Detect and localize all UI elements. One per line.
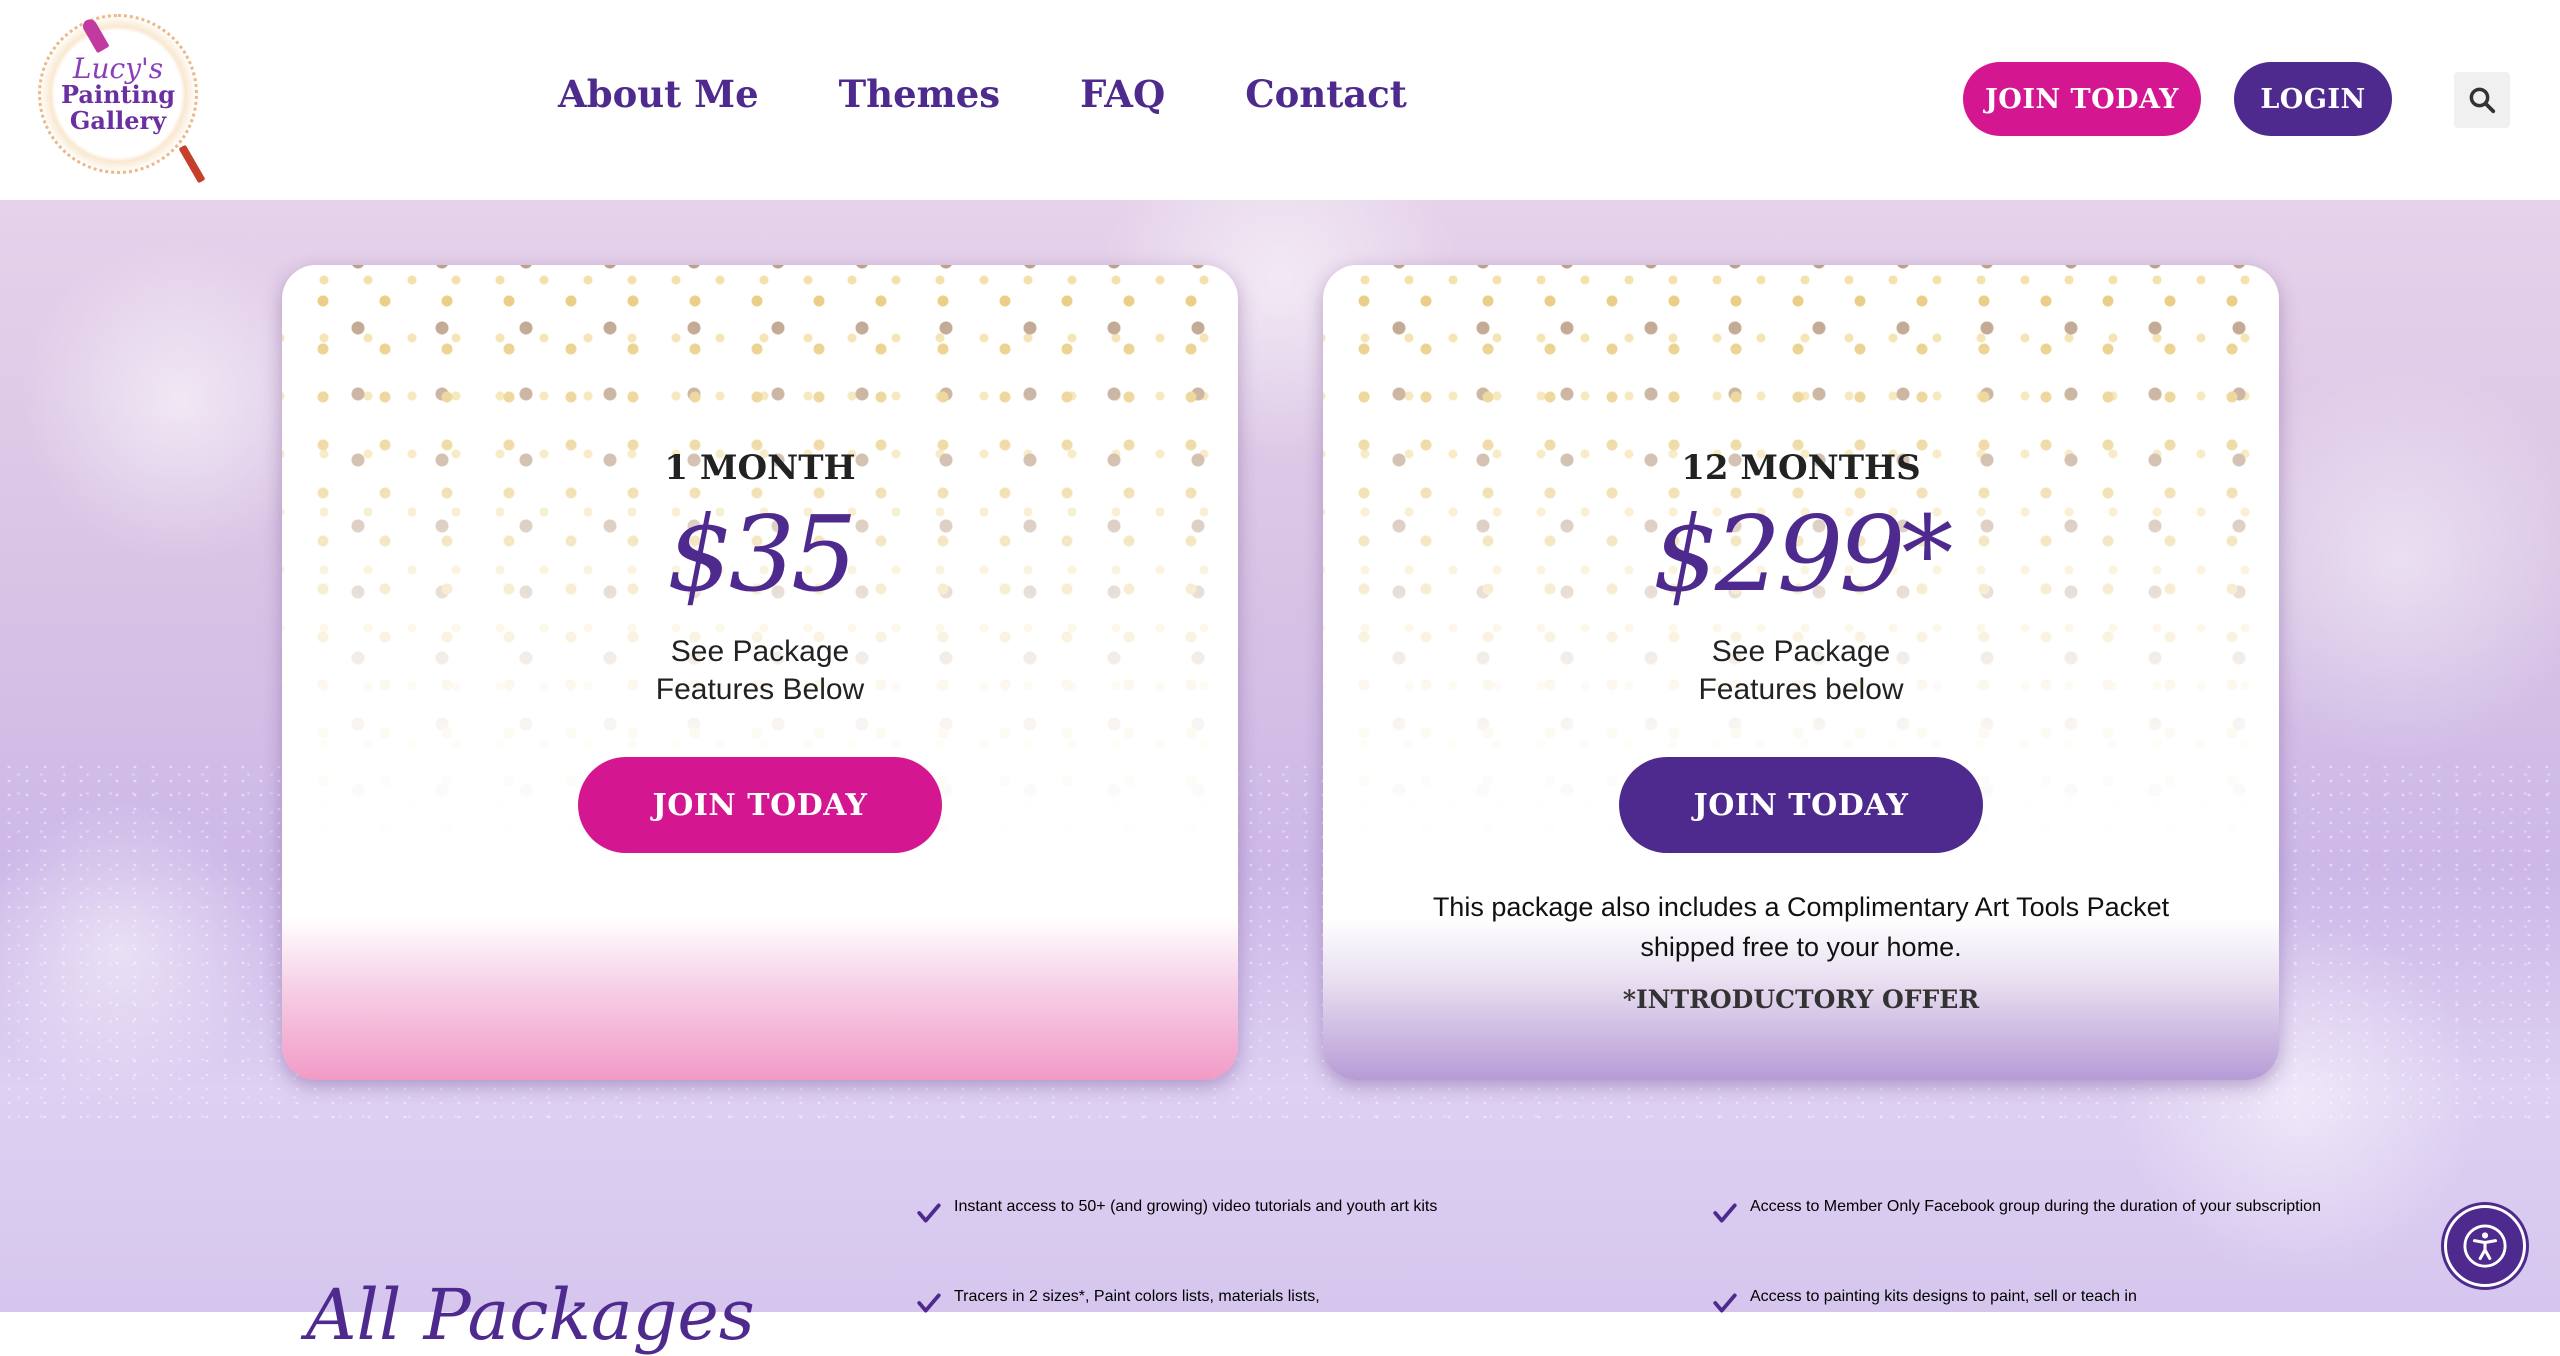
plan-title: 12 MONTHS: [1681, 448, 1921, 488]
plan-subtitle-line-1: See Package: [670, 635, 850, 668]
accessibility-icon: [2463, 1224, 2507, 1268]
feature-item: Tracers in 2 sizes*, Paint colors lists,…: [917, 1288, 1674, 1313]
features-heading: All Packages: [306, 1274, 755, 1356]
logo-brush-tip-icon: [178, 144, 206, 184]
plan-join-button[interactable]: JOIN TODAY: [578, 757, 942, 853]
nav-about-me[interactable]: About Me: [558, 72, 759, 116]
site-header: Lucy's Painting Gallery About Me Themes …: [0, 0, 2560, 200]
plan-title: 1 MONTH: [664, 448, 856, 488]
plan-subtitle-line-2: Features Below: [655, 673, 865, 706]
nav-contact[interactable]: Contact: [1245, 72, 1407, 116]
plan-offer-note: *INTRODUCTORY OFFER: [1622, 985, 1980, 1014]
feature-text: Tracers in 2 sizes*, Paint colors lists,…: [954, 1288, 1320, 1305]
feature-item: Access to Member Only Facebook group dur…: [1713, 1198, 2470, 1223]
nav-themes[interactable]: Themes: [839, 72, 1001, 116]
check-icon: [1713, 1293, 1737, 1313]
header-join-button[interactable]: JOIN TODAY: [1963, 62, 2201, 136]
plan-subtitle-line-2: Features below: [1698, 673, 1904, 706]
feature-text: Instant access to 50+ (and growing) vide…: [954, 1198, 1438, 1215]
feature-item: Access to painting kits designs to paint…: [1713, 1288, 2470, 1313]
plan-subtitle: See Package Features Below: [282, 633, 1238, 709]
plan-subtitle: See Package Features below: [1323, 633, 2279, 709]
header-login-button[interactable]: LOGIN: [2234, 62, 2392, 136]
plan-join-button[interactable]: JOIN TODAY: [1619, 757, 1983, 853]
check-icon: [917, 1203, 941, 1223]
site-logo[interactable]: Lucy's Painting Gallery: [38, 14, 206, 184]
accessibility-button[interactable]: [2444, 1205, 2526, 1287]
logo-line-1: Lucy's: [72, 52, 164, 85]
nav-faq[interactable]: FAQ: [1080, 72, 1165, 116]
plan-bonus-note: This package also includes a Complimenta…: [1432, 892, 2170, 962]
feature-item: Instant access to 50+ (and growing) vide…: [917, 1198, 1674, 1223]
feature-text: Access to Member Only Facebook group dur…: [1750, 1198, 2321, 1215]
search-icon: [2469, 87, 2496, 114]
check-icon: [1713, 1203, 1737, 1223]
logo-text: Lucy's Painting Gallery: [38, 52, 198, 135]
plan-price: $299*: [1652, 493, 1954, 615]
main-nav: About Me Themes FAQ Contact: [558, 72, 1407, 116]
logo-line-3: Gallery: [69, 106, 167, 135]
plan-subtitle-line-1: See Package: [1711, 635, 1891, 668]
search-button[interactable]: [2454, 72, 2510, 128]
logo-line-2: Painting: [61, 80, 175, 109]
plan-price: $35: [666, 493, 858, 615]
plan-card-12-months: 12 MONTHS $299* See Package Features bel…: [1323, 265, 2279, 1080]
plan-card-1-month: 1 MONTH $35 See Package Features Below J…: [282, 265, 1238, 1080]
feature-text: Access to painting kits designs to paint…: [1750, 1288, 2137, 1305]
check-icon: [917, 1293, 941, 1313]
